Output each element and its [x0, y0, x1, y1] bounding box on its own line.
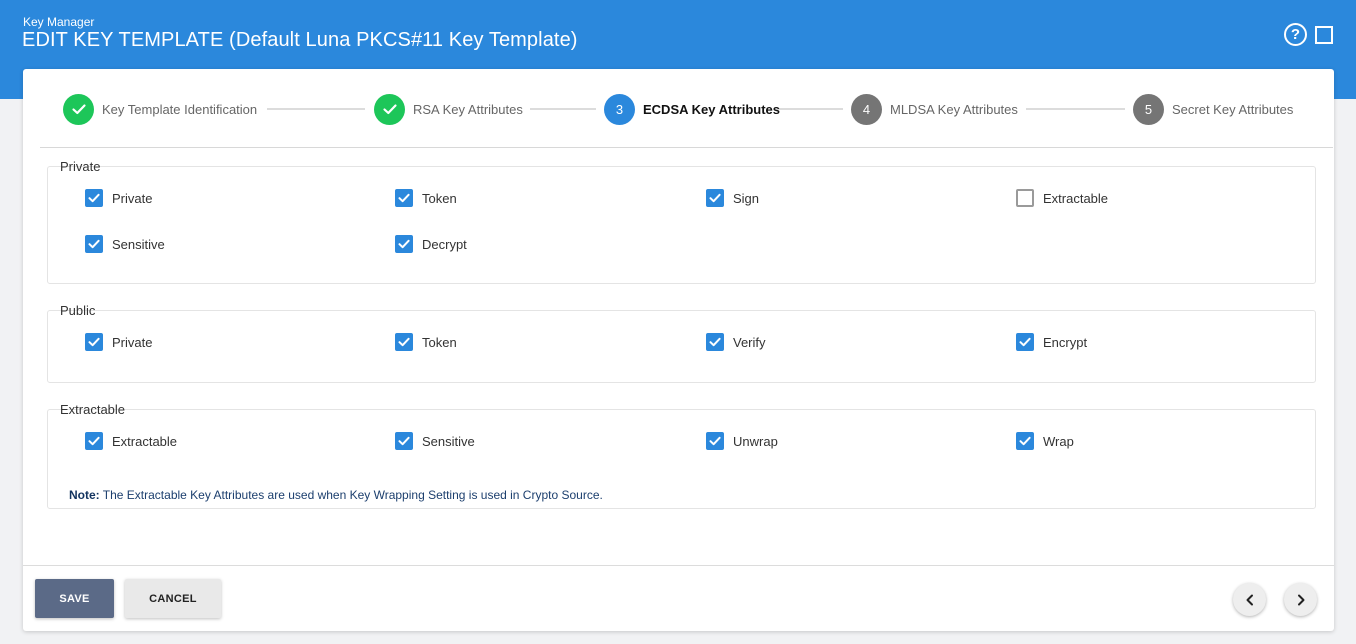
checkbox-label: Sensitive	[112, 236, 165, 252]
maximize-icon[interactable]	[1315, 26, 1333, 44]
checkbox-checked-icon	[395, 333, 413, 351]
extractable-unwrap-checkbox[interactable]: Unwrap	[706, 432, 778, 450]
extractable-extractable-checkbox[interactable]: Extractable	[85, 432, 177, 450]
note-label: Note:	[69, 488, 100, 502]
footer-divider	[23, 565, 1334, 566]
step-connector	[777, 108, 843, 110]
step-label: ECDSA Key Attributes	[643, 101, 781, 117]
checkbox-label: Unwrap	[733, 433, 778, 449]
private-attributes-group	[47, 166, 1316, 284]
check-icon	[374, 93, 405, 125]
checkbox-label: Private	[112, 334, 153, 350]
checkbox-checked-icon	[85, 189, 103, 207]
private-sign-checkbox[interactable]: Sign	[706, 189, 759, 207]
step-connector	[530, 108, 596, 110]
step-key-template-identification[interactable]: Key Template Identification	[63, 93, 257, 125]
checkbox-checked-icon	[395, 235, 413, 253]
chevron-right-icon	[1297, 594, 1304, 605]
stepper-divider	[40, 147, 1333, 148]
checkbox-checked-icon	[706, 333, 724, 351]
step-connector	[267, 108, 365, 110]
checkbox-checked-icon	[706, 432, 724, 450]
chevron-left-icon	[1246, 594, 1253, 605]
checkbox-checked-icon	[395, 432, 413, 450]
next-step-button[interactable]	[1284, 583, 1317, 616]
checkbox-checked-icon	[85, 432, 103, 450]
public-verify-checkbox[interactable]: Verify	[706, 333, 766, 351]
checkbox-label: Encrypt	[1043, 334, 1088, 350]
checkbox-label: Wrap	[1043, 433, 1074, 449]
help-icon[interactable]: ?	[1284, 23, 1307, 46]
step-ecdsa-key-attributes[interactable]: 3 ECDSA Key Attributes	[604, 93, 780, 125]
step-label: Key Template Identification	[102, 101, 258, 117]
private-sensitive-checkbox[interactable]: Sensitive	[85, 235, 165, 253]
group-title-public: Public	[60, 303, 96, 318]
checkbox-label: Sensitive	[422, 433, 475, 449]
step-number: 4	[851, 93, 882, 125]
group-title-private: Private	[60, 159, 101, 174]
step-number: 3	[604, 93, 635, 125]
private-token-checkbox[interactable]: Token	[395, 189, 457, 207]
checkbox-checked-icon	[706, 189, 724, 207]
checkbox-label: Private	[112, 190, 153, 206]
checkbox-checked-icon	[1016, 333, 1034, 351]
extractable-note: Note: The Extractable Key Attributes are…	[69, 488, 603, 502]
step-connector	[1026, 108, 1125, 110]
checkbox-checked-icon	[1016, 432, 1034, 450]
checkbox-label: Decrypt	[422, 236, 467, 252]
extractable-wrap-checkbox[interactable]: Wrap	[1016, 432, 1074, 450]
public-attributes-group	[47, 310, 1316, 383]
group-title-extractable: Extractable	[60, 402, 126, 417]
note-text: The Extractable Key Attributes are used …	[99, 488, 603, 502]
cancel-button[interactable]: CANCEL	[125, 579, 221, 618]
step-mldsa-key-attributes[interactable]: 4 MLDSA Key Attributes	[851, 93, 1018, 125]
checkbox-label: Extractable	[1043, 190, 1109, 206]
step-label: MLDSA Key Attributes	[890, 101, 1018, 117]
checkbox-checked-icon	[85, 235, 103, 253]
check-icon	[63, 93, 94, 125]
step-label: RSA Key Attributes	[413, 101, 523, 117]
checkbox-unchecked-icon	[1016, 189, 1034, 207]
extractable-sensitive-checkbox[interactable]: Sensitive	[395, 432, 475, 450]
checkbox-checked-icon	[395, 189, 413, 207]
step-number: 5	[1133, 93, 1164, 125]
step-secret-key-attributes[interactable]: 5 Secret Key Attributes	[1133, 93, 1293, 125]
checkbox-label: Extractable	[112, 433, 178, 449]
checkbox-label: Sign	[733, 190, 760, 206]
page-title: EDIT KEY TEMPLATE (Default Luna PKCS#11 …	[22, 29, 578, 51]
checkbox-label: Verify	[733, 334, 766, 350]
checkbox-label: Token	[422, 334, 457, 350]
private-private-checkbox[interactable]: Private	[85, 189, 152, 207]
private-extractable-checkbox[interactable]: Extractable	[1016, 189, 1108, 207]
checkbox-checked-icon	[85, 333, 103, 351]
wizard-card: Key Template Identification RSA Key Attr…	[23, 69, 1334, 631]
app-name: Key Manager	[23, 15, 95, 29]
step-label: Secret Key Attributes	[1172, 101, 1294, 117]
stepper: Key Template Identification RSA Key Attr…	[23, 69, 1334, 148]
public-encrypt-checkbox[interactable]: Encrypt	[1016, 333, 1087, 351]
step-rsa-key-attributes[interactable]: RSA Key Attributes	[374, 93, 523, 125]
save-button[interactable]: SAVE	[35, 579, 114, 618]
checkbox-label: Token	[422, 190, 457, 206]
public-token-checkbox[interactable]: Token	[395, 333, 457, 351]
private-decrypt-checkbox[interactable]: Decrypt	[395, 235, 467, 253]
previous-step-button[interactable]	[1233, 583, 1266, 616]
public-private-checkbox[interactable]: Private	[85, 333, 152, 351]
